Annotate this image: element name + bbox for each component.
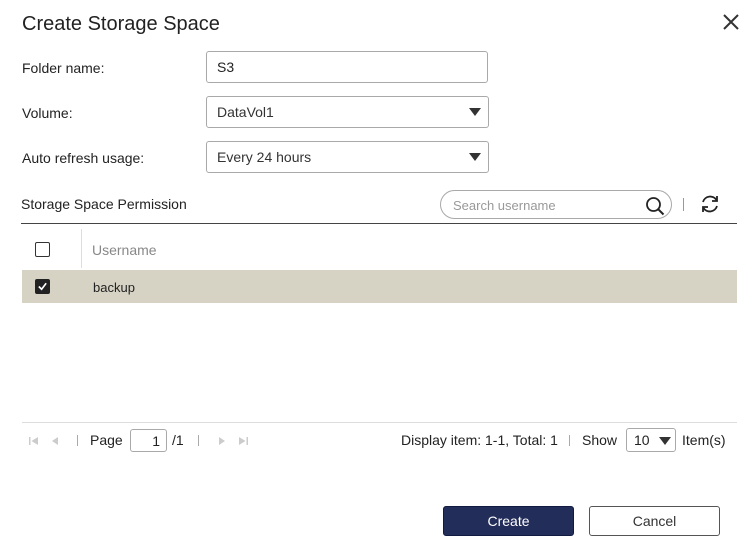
- divider: [683, 198, 684, 211]
- column-header-username[interactable]: Username: [92, 242, 157, 258]
- volume-select[interactable]: DataVol1: [206, 96, 489, 128]
- auto-refresh-label: Auto refresh usage:: [22, 150, 145, 166]
- pager-separator: [569, 435, 570, 446]
- first-page-icon[interactable]: [28, 436, 40, 446]
- pager-separator: [77, 435, 78, 446]
- auto-refresh-select[interactable]: Every 24 hours: [206, 141, 489, 173]
- checkmark-icon: [38, 282, 47, 291]
- permission-section-title: Storage Space Permission: [21, 196, 187, 212]
- next-page-icon[interactable]: [216, 436, 228, 446]
- volume-select-value: DataVol1: [217, 104, 274, 120]
- close-icon[interactable]: [721, 12, 741, 34]
- volume-label: Volume:: [22, 105, 73, 121]
- dialog-title: Create Storage Space: [22, 13, 220, 35]
- show-label: Show: [582, 432, 618, 448]
- row-checkbox[interactable]: [35, 279, 50, 294]
- search-icon[interactable]: [645, 196, 665, 216]
- page-number-input[interactable]: [130, 429, 167, 452]
- column-divider: [81, 229, 82, 268]
- items-per-page-select[interactable]: 10: [626, 428, 676, 452]
- folder-name-label: Folder name:: [22, 60, 105, 76]
- refresh-icon[interactable]: [699, 193, 721, 215]
- chevron-down-icon: [469, 153, 481, 161]
- create-button[interactable]: Create: [443, 506, 574, 536]
- search-box: [440, 190, 672, 219]
- cancel-button[interactable]: Cancel: [589, 506, 720, 536]
- chevron-down-icon: [469, 108, 481, 116]
- chevron-down-icon: [659, 437, 671, 445]
- prev-page-icon[interactable]: [49, 436, 61, 446]
- cell-username: backup: [93, 280, 135, 295]
- pager-divider: [22, 422, 737, 423]
- items-per-page-value: 10: [634, 432, 650, 448]
- display-item-info: Display item: 1-1, Total: 1: [401, 432, 558, 448]
- items-label: Item(s): [682, 432, 726, 448]
- select-all-checkbox[interactable]: [35, 242, 50, 257]
- pager-separator: [198, 435, 199, 446]
- page-label: Page: [90, 432, 123, 448]
- folder-name-input[interactable]: [206, 51, 488, 83]
- auto-refresh-select-value: Every 24 hours: [217, 149, 312, 165]
- search-input[interactable]: [453, 195, 633, 215]
- page-total: /1: [172, 432, 184, 448]
- last-page-icon[interactable]: [237, 436, 249, 446]
